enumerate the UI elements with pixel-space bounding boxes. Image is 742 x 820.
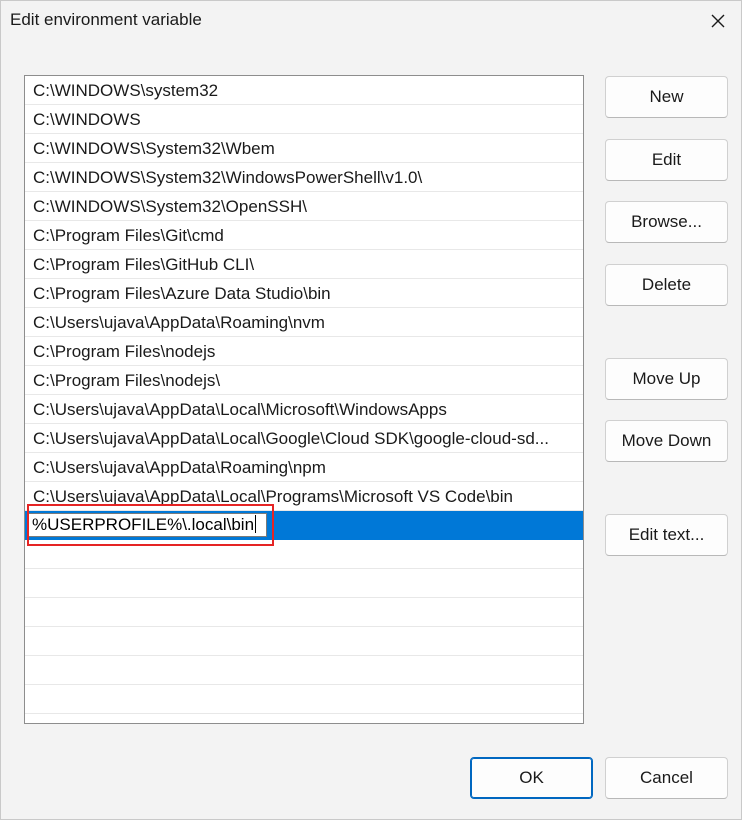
delete-button[interactable]: Delete	[605, 264, 728, 306]
path-edit-value: %USERPROFILE%\.local\bin	[32, 515, 255, 534]
list-item[interactable]: C:\Users\ujava\AppData\Local\Microsoft\W…	[25, 395, 583, 424]
move-up-button[interactable]: Move Up	[605, 358, 728, 400]
edit-environment-variable-dialog: Edit environment variable C:\WINDOWS\sys…	[0, 0, 742, 820]
list-item[interactable]: C:\Program Files\nodejs\	[25, 366, 583, 395]
empty-list-row[interactable]	[25, 627, 583, 656]
list-item[interactable]: C:\Users\ujava\AppData\Local\Google\Clou…	[25, 424, 583, 453]
list-item[interactable]: C:\Program Files\Git\cmd	[25, 221, 583, 250]
empty-list-row[interactable]	[25, 569, 583, 598]
title-bar: Edit environment variable	[1, 1, 741, 41]
close-button[interactable]	[695, 1, 741, 41]
browse-button[interactable]: Browse...	[605, 201, 728, 243]
path-edit-field[interactable]: %USERPROFILE%\.local\bin	[27, 513, 267, 537]
edit-text-button[interactable]: Edit text...	[605, 514, 728, 556]
new-button[interactable]: New	[605, 76, 728, 118]
close-icon	[711, 14, 725, 28]
list-item[interactable]: C:\Program Files\GitHub CLI\	[25, 250, 583, 279]
list-item[interactable]: C:\Users\ujava\AppData\Local\Programs\Mi…	[25, 482, 583, 511]
empty-list-row[interactable]	[25, 714, 583, 723]
cancel-button[interactable]: Cancel	[605, 757, 728, 799]
list-item[interactable]: C:\WINDOWS\System32\Wbem	[25, 134, 583, 163]
empty-list-row[interactable]	[25, 598, 583, 627]
list-item[interactable]: C:\Program Files\Azure Data Studio\bin	[25, 279, 583, 308]
list-item[interactable]: C:\WINDOWS\System32\WindowsPowerShell\v1…	[25, 163, 583, 192]
dialog-title: Edit environment variable	[10, 10, 202, 29]
path-list[interactable]: C:\WINDOWS\system32 C:\WINDOWS C:\WINDOWS\…	[24, 75, 584, 724]
empty-list-row[interactable]	[25, 540, 583, 569]
list-item-selected[interactable]: %USERPROFILE%\.local\bin	[25, 511, 583, 540]
list-item[interactable]: C:\Program Files\nodejs	[25, 337, 583, 366]
empty-list-row[interactable]	[25, 656, 583, 685]
list-item[interactable]: C:\WINDOWS\system32	[25, 76, 583, 105]
empty-list-row[interactable]	[25, 685, 583, 714]
text-caret	[255, 515, 257, 533]
list-item[interactable]: C:\Users\ujava\AppData\Roaming\npm	[25, 453, 583, 482]
ok-button[interactable]: OK	[470, 757, 593, 799]
list-item[interactable]: C:\WINDOWS	[25, 105, 583, 134]
move-down-button[interactable]: Move Down	[605, 420, 728, 462]
list-item[interactable]: C:\Users\ujava\AppData\Roaming\nvm	[25, 308, 583, 337]
edit-button[interactable]: Edit	[605, 139, 728, 181]
list-item[interactable]: C:\WINDOWS\System32\OpenSSH\	[25, 192, 583, 221]
